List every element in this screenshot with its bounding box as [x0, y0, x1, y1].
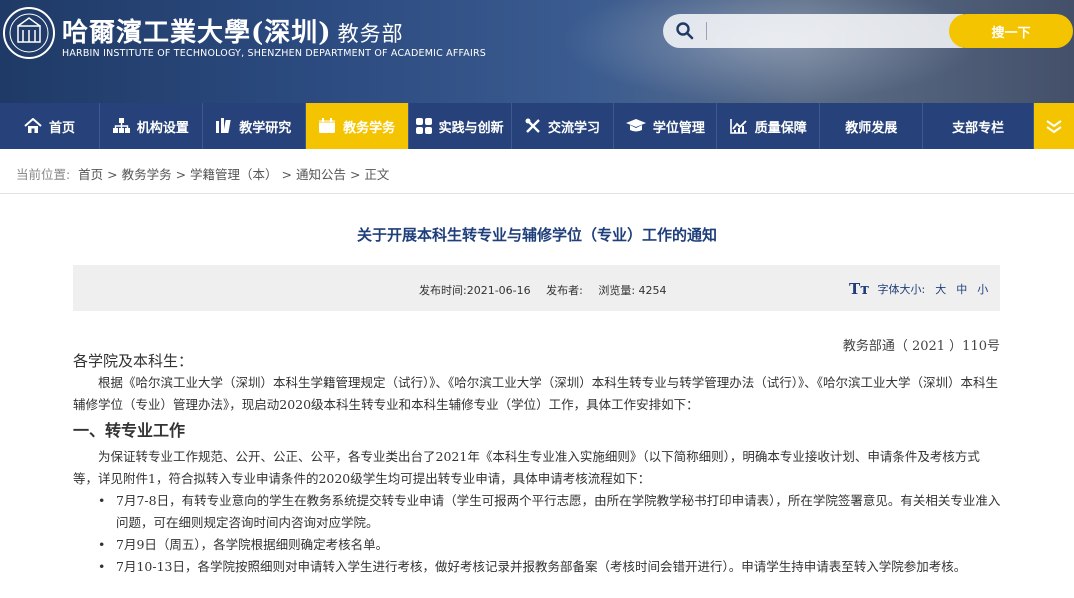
font-size-label: 字体大小:	[877, 283, 926, 296]
nav-item-practice-innovation[interactable]: 实践与创新	[409, 103, 512, 149]
chevron-down-icon	[1046, 120, 1062, 134]
font-size-control: Tт 字体大小: 大 中 小	[849, 280, 988, 298]
breadcrumb-prefix: 当前位置:	[16, 167, 71, 182]
section-heading: 一、转专业工作	[73, 421, 186, 440]
bars-icon	[216, 118, 232, 134]
nav-label-teaching-research: 教学研究	[239, 120, 292, 136]
nav-item-exchange[interactable]: 交流学习	[512, 103, 615, 149]
process-steps: 7月7-8日，有转专业意向的学生在教务系统提交转专业申请（学生可报两个平行志愿，…	[73, 490, 1001, 578]
intro-paragraph: 根据《哈尔滨工业大学（深圳）本科生学籍管理规定（试行）》、《哈尔滨工业大学（深圳…	[73, 375, 999, 412]
publisher: 发布者:	[546, 284, 583, 297]
site-header: 哈爾濱工業大學(深圳) 教务部 HARBIN INSTITUTE OF TECHN…	[0, 0, 1074, 103]
graduation-cap-icon	[625, 118, 646, 134]
search-icon[interactable]	[675, 21, 695, 41]
search-box	[663, 14, 963, 48]
breadcrumb-item-notices[interactable]: 通知公告	[296, 167, 346, 182]
nav-item-academic-affairs[interactable]: 教务学务	[305, 103, 409, 149]
nav-label-exchange: 交流学习	[547, 120, 600, 136]
search-input[interactable]	[713, 20, 957, 44]
search-button[interactable]: 搜一下	[949, 14, 1073, 48]
font-size-icon: Tт	[849, 280, 870, 298]
nav-label-organization: 机构设置	[136, 120, 189, 136]
grid-icon	[415, 118, 432, 134]
nav-label-party-branch: 支部专栏	[952, 120, 1005, 136]
calendar-icon	[318, 118, 336, 134]
main-nav: 首页 机构设置 教学研究 教务学务 实践与创新 交流学习 学位管理 质量保障 教…	[0, 103, 1074, 149]
nav-more-button[interactable]	[1034, 103, 1074, 149]
list-item: 7月7-8日，有转专业意向的学生在教务系统提交转专业申请（学生可报两个平行志愿，…	[98, 490, 1001, 534]
breadcrumb-item-current: 正文	[364, 167, 390, 182]
article-meta-bar: 发布时间:2021-06-16 发布者: 浏览量: 4254 Tт 字体大小: …	[73, 265, 1000, 311]
nav-label-degree: 学位管理	[652, 120, 705, 136]
nav-item-organization[interactable]: 机构设置	[100, 103, 203, 149]
site-title-english: HARBIN INSTITUTE OF TECHNOLOGY, SHENZHEN…	[62, 48, 487, 59]
view-count: 浏览量: 4254	[598, 284, 667, 297]
publish-time: 发布时间:2021-06-16	[419, 284, 531, 297]
list-item: 7月9日（周五），各学院根据细则确定考核名单。	[98, 534, 1001, 556]
chart-icon	[729, 118, 748, 134]
list-item: 7月10-13日，各学院按照细则对申请转入学生进行考核，做好考核记录并报教务部备…	[98, 556, 1001, 578]
section-paragraph: 为保证转专业工作规范、公开、公正、公平，各专业类出台了2021年《本科生专业准入…	[73, 449, 980, 486]
breadcrumb: 当前位置: 首页 > 教务学务 > 学籍管理（本） > 通知公告 > 正文	[16, 167, 390, 182]
nav-label-home: 首页	[48, 120, 75, 136]
breadcrumb-item-home[interactable]: 首页	[78, 167, 103, 182]
nav-item-teaching-research[interactable]: 教学研究	[203, 103, 306, 149]
nav-item-party-branch[interactable]: 支部专栏	[923, 103, 1035, 149]
nav-label-academic-affairs: 教务学务	[343, 120, 396, 136]
site-title[interactable]: 哈爾濱工業大學(深圳) 教务部	[62, 12, 404, 49]
breadcrumb-divider	[0, 193, 1074, 194]
nav-label-quality: 质量保障	[754, 120, 807, 136]
university-name: 哈爾濱工業大學(深圳)	[62, 18, 332, 48]
breadcrumb-item-academic-affairs[interactable]: 教务学务	[122, 167, 172, 182]
department-name: 教务部	[337, 22, 404, 46]
search-divider	[706, 22, 707, 40]
nav-item-home[interactable]: 首页	[0, 103, 100, 149]
tools-icon	[525, 118, 541, 134]
org-chart-icon	[112, 118, 130, 134]
search-bar: 搜一下	[663, 14, 1073, 48]
home-icon	[24, 118, 42, 134]
font-size-medium-button[interactable]: 中	[956, 281, 967, 297]
font-size-small-button[interactable]: 小	[977, 281, 988, 297]
nav-item-degree[interactable]: 学位管理	[614, 103, 718, 149]
article-body: 各学院及本科生： 根据《哈尔滨工业大学（深圳）本科生学籍管理规定（试行）》、《哈…	[73, 350, 1001, 578]
breadcrumb-item-student-status[interactable]: 学籍管理（本）	[190, 167, 278, 182]
greeting: 各学院及本科生：	[73, 352, 194, 370]
font-size-large-button[interactable]: 大	[935, 281, 946, 297]
hit-seal-logo-icon[interactable]	[2, 6, 56, 60]
article-meta: 发布时间:2021-06-16 发布者: 浏览量: 4254	[419, 282, 679, 298]
nav-item-quality[interactable]: 质量保障	[717, 103, 821, 149]
article-title: 关于开展本科生转专业与辅修学位（专业）工作的通知	[356, 226, 717, 244]
nav-item-teacher-development[interactable]: 教师发展	[820, 103, 924, 149]
nav-label-practice-innovation: 实践与创新	[438, 120, 504, 136]
nav-label-teacher-development: 教师发展	[845, 120, 898, 136]
